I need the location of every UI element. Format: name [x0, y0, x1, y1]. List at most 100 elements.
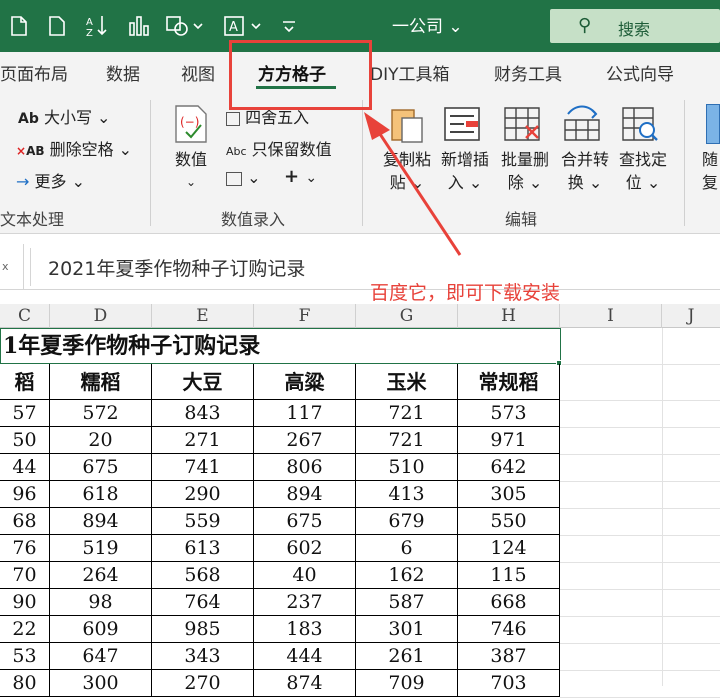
formula-input[interactable]: 2021年夏季作物种子订购记录: [48, 254, 305, 281]
table-cell[interactable]: 894: [254, 481, 356, 508]
header-cell[interactable]: 玉米: [356, 364, 458, 400]
column-header-f[interactable]: F: [254, 304, 356, 328]
tab-view[interactable]: 视图: [181, 60, 215, 85]
header-cell[interactable]: 常规稻: [458, 364, 560, 400]
table-cell[interactable]: 568: [152, 562, 254, 589]
header-cell[interactable]: 大豆: [152, 364, 254, 400]
table-cell[interactable]: 550: [458, 508, 560, 535]
table-cell[interactable]: 387: [458, 643, 560, 670]
column-header-d[interactable]: D: [50, 304, 152, 328]
table-cell[interactable]: 587: [356, 589, 458, 616]
table-cell[interactable]: 602: [254, 535, 356, 562]
table-cell[interactable]: 642: [458, 454, 560, 481]
table-cell[interactable]: 741: [152, 454, 254, 481]
table-cell[interactable]: 115: [458, 562, 560, 589]
name-box[interactable]: x: [0, 244, 24, 290]
table-cell[interactable]: 413: [356, 481, 458, 508]
table-cell[interactable]: 96: [0, 481, 50, 508]
table-cell[interactable]: 843: [152, 400, 254, 427]
ribbon-add-button[interactable]: + ⌄: [284, 166, 317, 187]
table-cell[interactable]: 305: [458, 481, 560, 508]
table-cell[interactable]: 444: [254, 643, 356, 670]
document-icon[interactable]: [6, 12, 32, 40]
chart-icon[interactable]: [126, 12, 152, 40]
table-cell[interactable]: 301: [356, 616, 458, 643]
table-cell[interactable]: 679: [356, 508, 458, 535]
table-cell[interactable]: 53: [0, 643, 50, 670]
table-cell[interactable]: 709: [356, 670, 458, 697]
table-cell[interactable]: 270: [152, 670, 254, 697]
tab-formula-wizard[interactable]: 公式向导: [606, 60, 674, 85]
table-cell[interactable]: 647: [50, 643, 152, 670]
table-cell[interactable]: 290: [152, 481, 254, 508]
table-cell[interactable]: 559: [152, 508, 254, 535]
table-cell[interactable]: 162: [356, 562, 458, 589]
ribbon-more-button[interactable]: → 更多 ⌄: [16, 168, 85, 192]
tab-diy-toolbox[interactable]: DIY工具箱: [370, 60, 450, 85]
table-cell[interactable]: 572: [50, 400, 152, 427]
ribbon-remove-spaces-button[interactable]: ×AB 删除空格 ⌄: [16, 136, 132, 160]
table-cell[interactable]: 50: [0, 427, 50, 454]
table-cell[interactable]: 183: [254, 616, 356, 643]
column-header-i[interactable]: I: [560, 304, 662, 328]
textbox-icon[interactable]: A: [220, 12, 264, 40]
customize-icon[interactable]: [276, 12, 302, 40]
table-cell[interactable]: 80: [0, 670, 50, 697]
tab-page-layout[interactable]: 页面布局: [0, 60, 68, 85]
search-box[interactable]: ⚲ 搜索: [550, 9, 720, 43]
table-cell[interactable]: 70: [0, 562, 50, 589]
table-cell[interactable]: 6: [356, 535, 458, 562]
table-cell[interactable]: 261: [356, 643, 458, 670]
table-cell[interactable]: 721: [356, 427, 458, 454]
table-cell[interactable]: 985: [152, 616, 254, 643]
table-cell[interactable]: 764: [152, 589, 254, 616]
column-header-j[interactable]: J: [662, 304, 720, 328]
table-cell[interactable]: 613: [152, 535, 254, 562]
table-cell[interactable]: 76: [0, 535, 50, 562]
table-cell[interactable]: 721: [356, 400, 458, 427]
ribbon-edit-format-button[interactable]: ⌄: [226, 168, 261, 187]
new-file-icon[interactable]: [44, 12, 70, 40]
find-locate-button[interactable]: 查找定 位 ⌄: [614, 148, 672, 194]
batch-delete-button[interactable]: 批量删 除 ⌄: [496, 148, 554, 194]
table-cell[interactable]: 510: [356, 454, 458, 481]
random-button[interactable]: 随 复: [700, 148, 720, 194]
table-cell[interactable]: 68: [0, 508, 50, 535]
table-cell[interactable]: 668: [458, 589, 560, 616]
merge-convert-button[interactable]: 合并转 换 ⌄: [556, 148, 614, 194]
ribbon-keep-numeric-button[interactable]: Abc 只保留数值: [226, 136, 332, 160]
table-cell[interactable]: 894: [50, 508, 152, 535]
table-cell[interactable]: 44: [0, 454, 50, 481]
table-cell[interactable]: 40: [254, 562, 356, 589]
table-cell[interactable]: 57: [0, 400, 50, 427]
tab-data[interactable]: 数据: [106, 60, 140, 85]
ribbon-case-button[interactable]: Ab 大小写 ⌄: [18, 104, 110, 128]
table-cell[interactable]: 267: [254, 427, 356, 454]
table-cell[interactable]: 675: [254, 508, 356, 535]
tab-finance-tools[interactable]: 财务工具: [494, 60, 562, 85]
table-cell[interactable]: 874: [254, 670, 356, 697]
table-cell[interactable]: 618: [50, 481, 152, 508]
table-cell[interactable]: 343: [152, 643, 254, 670]
column-header-h[interactable]: H: [458, 304, 560, 328]
header-cell[interactable]: 稻: [0, 364, 50, 400]
table-cell[interactable]: 90: [0, 589, 50, 616]
table-cell[interactable]: 703: [458, 670, 560, 697]
shapes-icon[interactable]: [162, 12, 206, 40]
sheet-title-cell[interactable]: 1年夏季作物种子订购记录: [0, 328, 561, 364]
column-header-g[interactable]: G: [356, 304, 458, 328]
document-title[interactable]: 一公司 ⌄: [392, 12, 463, 37]
table-cell[interactable]: 20: [50, 427, 152, 454]
table-cell[interactable]: 300: [50, 670, 152, 697]
sort-icon[interactable]: AZ: [84, 12, 110, 40]
table-cell[interactable]: 971: [458, 427, 560, 454]
table-cell[interactable]: 746: [458, 616, 560, 643]
table-cell[interactable]: 98: [50, 589, 152, 616]
numeric-value-button[interactable]: 数值 ⌄: [166, 148, 216, 194]
header-cell[interactable]: 高粱: [254, 364, 356, 400]
table-cell[interactable]: 237: [254, 589, 356, 616]
table-cell[interactable]: 264: [50, 562, 152, 589]
column-header-c[interactable]: C: [0, 304, 50, 328]
table-cell[interactable]: 609: [50, 616, 152, 643]
table-cell[interactable]: 124: [458, 535, 560, 562]
